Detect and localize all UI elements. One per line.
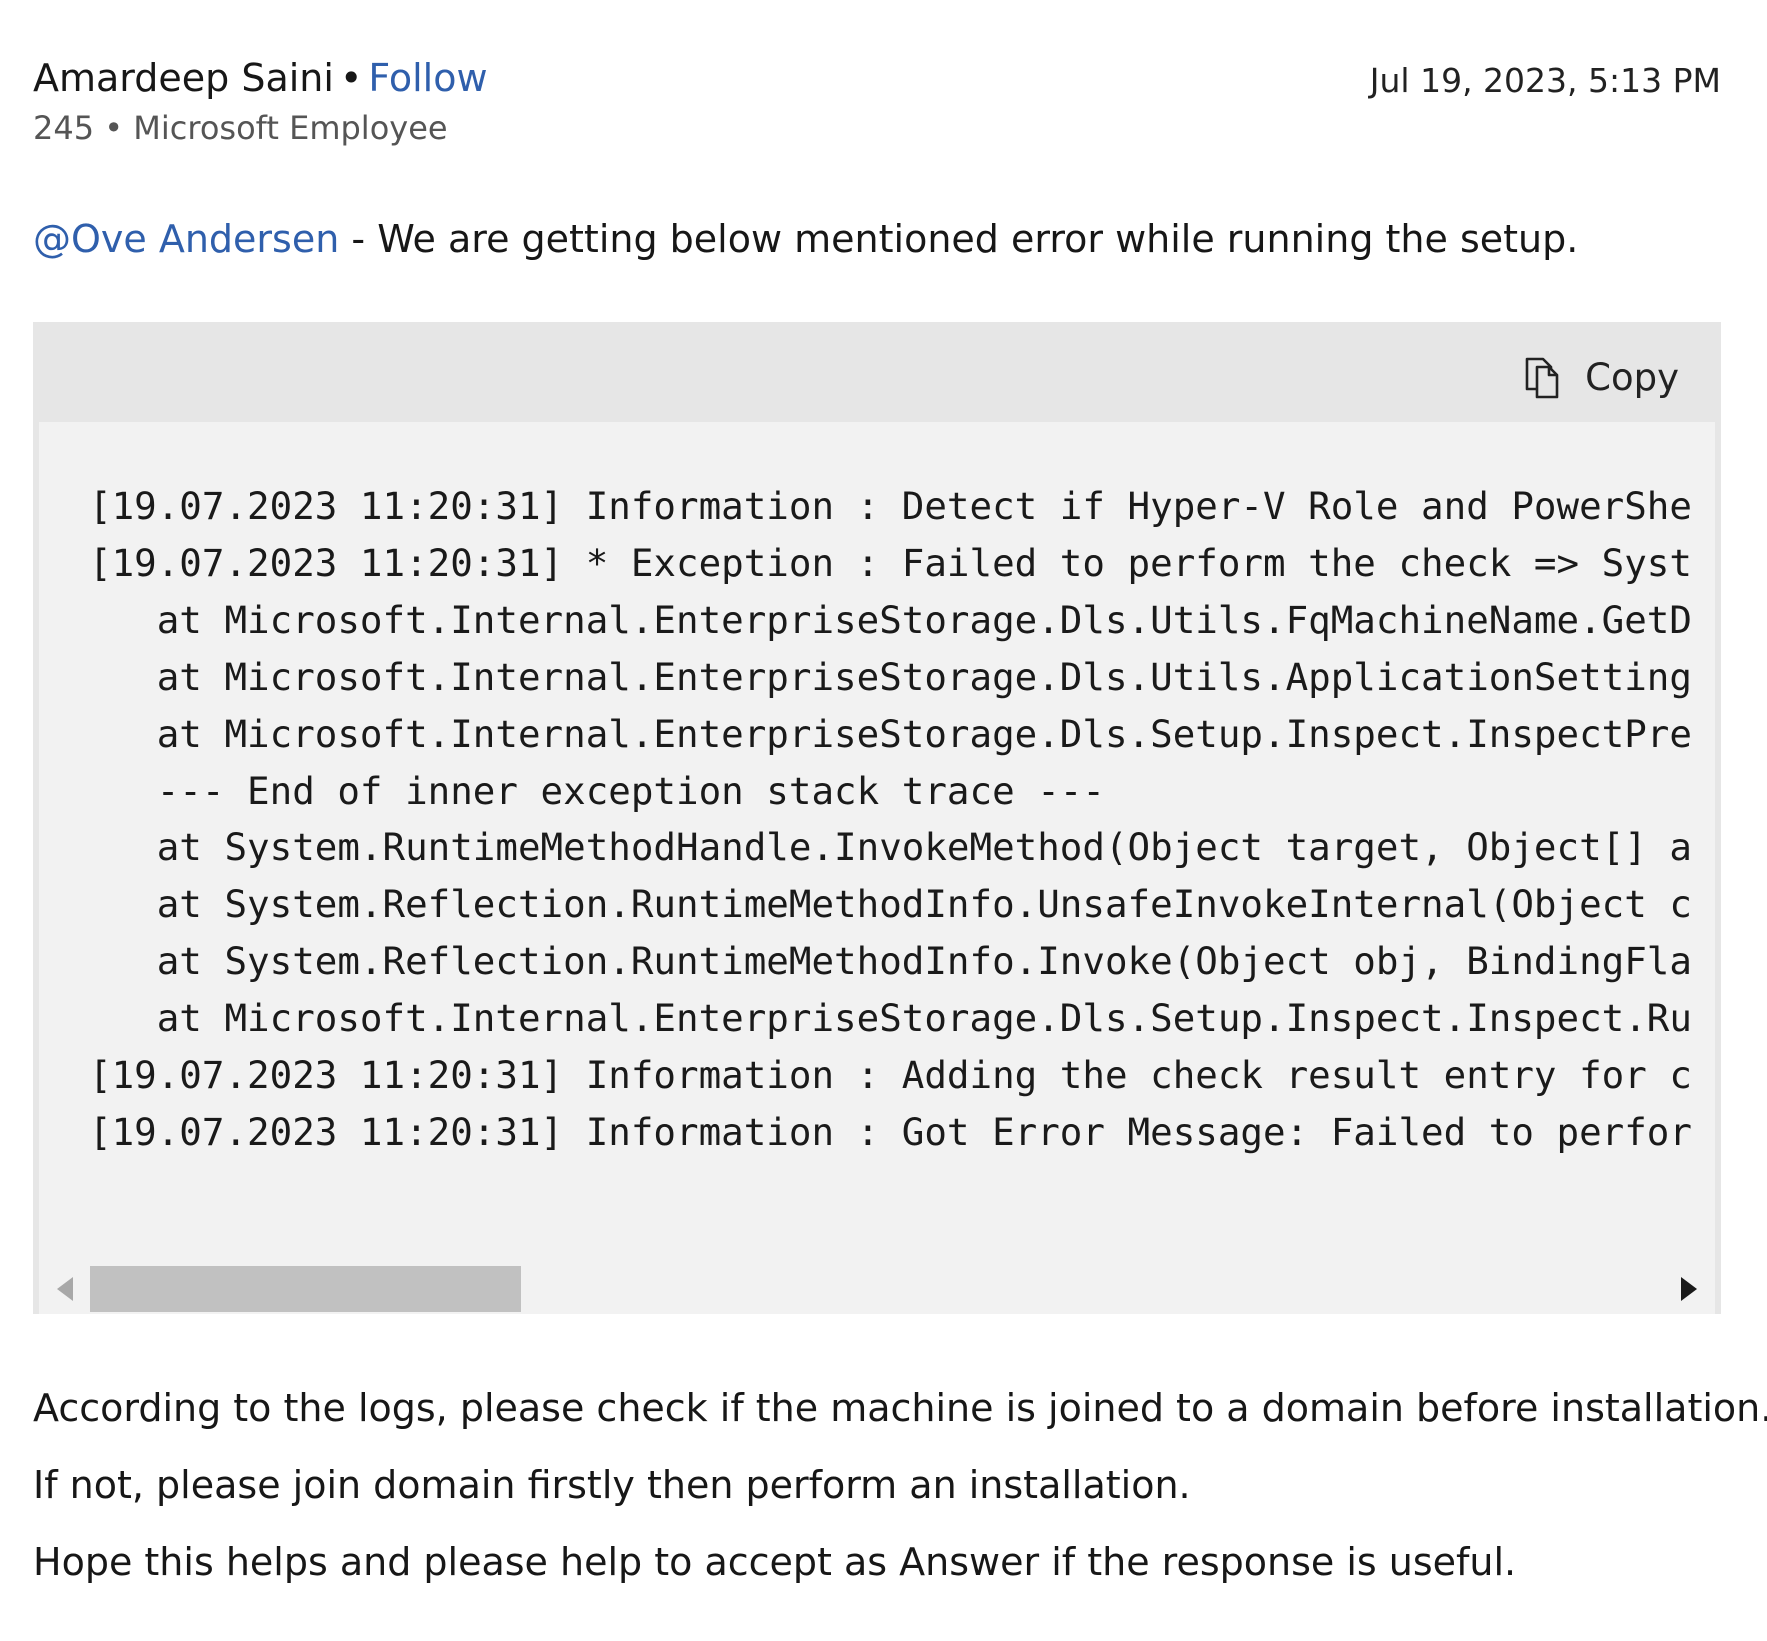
code-line: at Microsoft.Internal.EnterpriseStorage.… [89, 654, 1692, 699]
code-line: at System.Reflection.RuntimeMethodInfo.I… [89, 939, 1692, 984]
code-line: [19.07.2023 11:20:31] Information : Addi… [89, 1053, 1692, 1098]
answer-paragraph: According to the logs, please check if t… [33, 1386, 1767, 1430]
answer-body: According to the logs, please check if t… [33, 1370, 1767, 1601]
code-line: --- End of inner exception stack trace -… [89, 768, 1105, 813]
code-content[interactable]: [19.07.2023 11:20:31] Information : Dete… [39, 422, 1715, 1264]
author-meta: 245 • Microsoft Employee [33, 105, 448, 151]
scrollbar-thumb[interactable] [90, 1266, 521, 1312]
post-timestamp: Jul 19, 2023, 5:13 PM [1369, 61, 1721, 100]
code-line: at System.Reflection.RuntimeMethodInfo.U… [89, 882, 1692, 927]
code-block: Copy [19.07.2023 11:20:31] Information :… [33, 322, 1721, 1314]
code-line: at Microsoft.Internal.EnterpriseStorage.… [89, 597, 1692, 642]
author-role: Microsoft Employee [133, 109, 448, 147]
meta-separator: • [104, 109, 124, 147]
intro-message: - We are getting below mentioned error w… [339, 217, 1579, 261]
intro-text: @Ove Andersen - We are getting below men… [33, 212, 1578, 266]
code-line: [19.07.2023 11:20:31] * Exception : Fail… [89, 540, 1692, 585]
answer-paragraph: If not, please join domain firstly then … [33, 1463, 1191, 1507]
code-lines: [19.07.2023 11:20:31] Information : Dete… [89, 478, 1692, 1161]
reputation-points: 245 [33, 109, 95, 147]
copy-button[interactable]: Copy [1523, 352, 1679, 402]
scroll-left-arrow-icon[interactable] [57, 1277, 73, 1301]
code-line: at Microsoft.Internal.EnterpriseStorage.… [89, 711, 1692, 756]
copy-label: Copy [1585, 355, 1679, 399]
code-line: at System.RuntimeMethodHandle.InvokeMeth… [89, 825, 1692, 870]
copy-icon [1523, 355, 1563, 399]
code-line: [19.07.2023 11:20:31] Information : Dete… [89, 484, 1692, 528]
code-line: at Microsoft.Internal.EnterpriseStorage.… [89, 996, 1692, 1041]
scroll-right-arrow-icon[interactable] [1681, 1277, 1697, 1301]
follow-link[interactable]: Follow [368, 56, 487, 100]
user-mention-link[interactable]: @Ove Andersen [33, 217, 339, 261]
horizontal-scrollbar[interactable] [39, 1264, 1715, 1314]
author-separator: • [339, 56, 363, 100]
code-block-header: Copy [39, 328, 1715, 422]
answer-paragraph: Hope this helps and please help to accep… [33, 1540, 1517, 1584]
author-row: Amardeep Saini • Follow [33, 50, 488, 106]
author-name[interactable]: Amardeep Saini [33, 56, 334, 100]
code-line: [19.07.2023 11:20:31] Information : Got … [89, 1109, 1692, 1154]
